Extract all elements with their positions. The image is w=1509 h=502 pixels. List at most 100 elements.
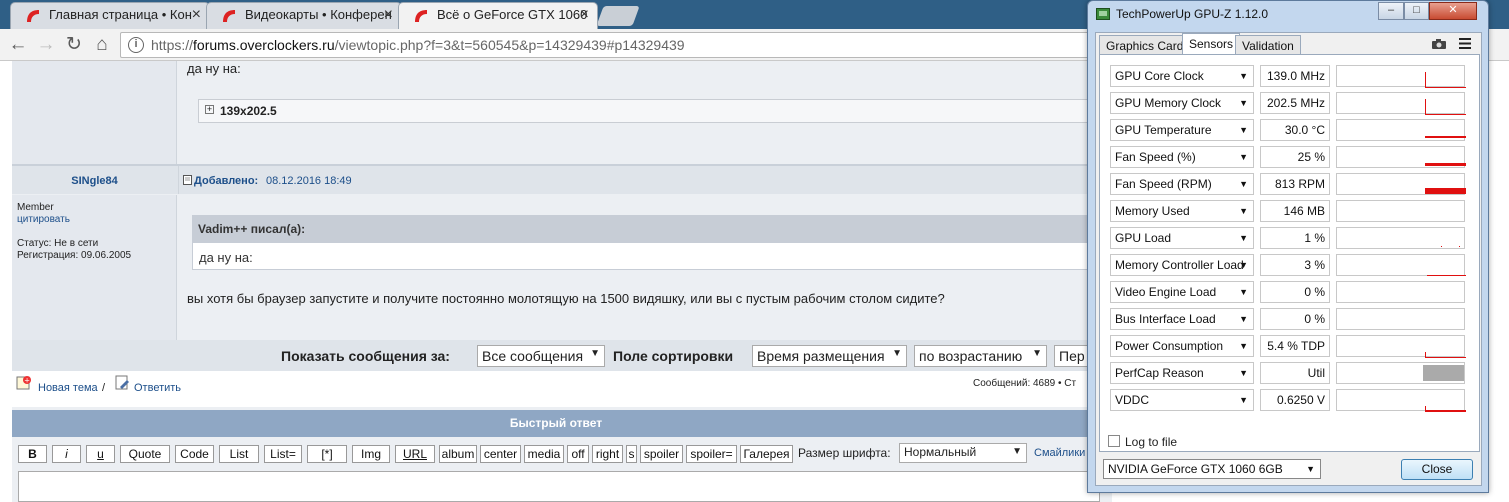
spoiler-eq-button[interactable]: spoiler= <box>686 445 737 463</box>
font-size-label: Размер шрифта: <box>798 446 891 460</box>
italic-button[interactable]: i <box>52 445 81 463</box>
sensor-name-select[interactable]: Power Consumption ▼ <box>1110 335 1254 357</box>
new-tab-button[interactable] <box>596 6 640 26</box>
quote-link[interactable]: цитировать <box>17 214 171 226</box>
url-scheme: https:// <box>151 37 194 53</box>
new-topic-link[interactable]: Новая тема <box>38 382 98 394</box>
back-arrow-icon[interactable]: ← <box>6 33 30 57</box>
sensor-name: Bus Interface Load <box>1115 312 1216 326</box>
dropdown-arrow-icon: ▼ <box>1239 368 1248 378</box>
reply-link[interactable]: Ответить <box>134 382 181 394</box>
sort-field-select[interactable]: Время размещения ▼ <box>752 345 907 367</box>
sensor-row: Video Engine Load ▼ 0 % <box>1110 281 1468 303</box>
address-bar[interactable]: i https://forums.overclockers.ru/viewtop… <box>120 32 1120 58</box>
post-author[interactable]: SINgle84 <box>12 175 177 187</box>
new-topic-icon[interactable]: + <box>16 375 32 391</box>
sensor-value: 146 MB <box>1260 200 1330 222</box>
sort-field-label: Поле сортировки <box>613 348 734 364</box>
forum-content: да ну на: + 139x202.5 SINgle84 Добавлено… <box>12 61 1112 502</box>
page-info-icon[interactable]: i <box>128 37 144 53</box>
camera-icon[interactable] <box>1431 38 1447 50</box>
gallery-button[interactable]: Галерея <box>740 445 793 463</box>
quote-button[interactable]: Quote <box>120 445 170 463</box>
sensor-name: Fan Speed (RPM) <box>1115 177 1212 191</box>
sensor-name-select[interactable]: GPU Temperature ▼ <box>1110 119 1254 141</box>
spoiler-button[interactable]: spoiler <box>640 445 683 463</box>
tab-validation[interactable]: Validation <box>1235 35 1301 55</box>
graph-trace <box>1459 246 1460 247</box>
log-to-file-checkbox[interactable] <box>1108 435 1120 447</box>
tab-title: Главная страница • Кон <box>49 7 192 22</box>
code-button[interactable]: Code <box>175 445 214 463</box>
sensor-name-select[interactable]: GPU Load ▼ <box>1110 227 1254 249</box>
browser-tab-active[interactable]: Всё о GeForce GTX 1060 × <box>398 2 598 29</box>
gpuz-body: Graphics Card Sensors Validation GPU Cor… <box>1095 32 1482 486</box>
sensor-graph <box>1336 200 1465 222</box>
tab-close-icon[interactable]: × <box>580 6 589 24</box>
img-button[interactable]: Img <box>352 445 390 463</box>
tab-close-icon[interactable]: × <box>192 6 201 24</box>
sensor-name-select[interactable]: Memory Used ▼ <box>1110 200 1254 222</box>
browser-tab[interactable]: Главная страница • Кон × <box>10 2 210 29</box>
strike-button[interactable]: s <box>626 445 637 463</box>
spoiler-block[interactable]: + 139x202.5 <box>198 99 1098 123</box>
reply-textarea[interactable] <box>18 471 1100 502</box>
center-button[interactable]: center <box>480 445 521 463</box>
menu-icon[interactable] <box>1458 37 1472 50</box>
sensor-row: Memory Used ▼ 146 MB <box>1110 200 1468 222</box>
tab-title: Видеокарты • Конферен <box>245 7 392 22</box>
sensor-value: 139.0 MHz <box>1260 65 1330 87</box>
right-button[interactable]: right <box>592 445 623 463</box>
sensor-graph <box>1336 173 1466 195</box>
list-button[interactable]: List <box>219 445 259 463</box>
sensor-value: 202.5 MHz <box>1260 92 1330 114</box>
quote-body: да ну на: <box>192 242 1100 270</box>
media-button[interactable]: media <box>524 445 564 463</box>
reload-icon[interactable]: ↻ <box>62 33 86 57</box>
sensor-name-select[interactable]: Fan Speed (RPM) ▼ <box>1110 173 1254 195</box>
sensor-name-select[interactable]: Bus Interface Load ▼ <box>1110 308 1254 330</box>
select-value: Нормальный <box>904 445 977 459</box>
sensor-name-select[interactable]: Fan Speed (%) ▼ <box>1110 146 1254 168</box>
list-numbered-button[interactable]: List= <box>264 445 302 463</box>
sensor-row: Fan Speed (%) ▼ 25 % <box>1110 146 1468 168</box>
graph-trace <box>1425 87 1466 88</box>
post-body-text: вы хотя бы браузер запустите и получите … <box>187 291 945 306</box>
forward-arrow-icon[interactable]: → <box>34 33 58 57</box>
gpu-select-value: NVIDIA GeForce GTX 1060 6GB <box>1108 462 1283 476</box>
browser-tab[interactable]: Видеокарты • Конферен × <box>206 2 402 29</box>
gpu-select[interactable]: NVIDIA GeForce GTX 1060 6GB ▼ <box>1103 459 1321 479</box>
sort-order-select[interactable]: по возрастанию ▼ <box>914 345 1047 367</box>
sensor-graph <box>1336 92 1466 115</box>
window-close-icon[interactable]: ✕ <box>1429 2 1477 20</box>
sensor-value: 30.0 °C <box>1260 119 1330 141</box>
sensor-name-select[interactable]: Memory Controller Load ▼ <box>1110 254 1254 276</box>
sensor-name-select[interactable]: VDDC ▼ <box>1110 389 1254 411</box>
sensor-name-select[interactable]: Video Engine Load ▼ <box>1110 281 1254 303</box>
sensor-name-select[interactable]: GPU Memory Clock ▼ <box>1110 92 1254 114</box>
sensor-name-select[interactable]: PerfCap Reason ▼ <box>1110 362 1254 384</box>
home-icon[interactable]: ⌂ <box>90 33 114 57</box>
sensor-name: Memory Used <box>1115 204 1190 218</box>
sensor-graph <box>1336 281 1465 303</box>
maximize-icon[interactable]: □ <box>1404 2 1429 20</box>
smileys-link[interactable]: Смайлики <box>1034 447 1085 459</box>
close-button[interactable]: Close <box>1401 459 1473 480</box>
sensor-name-select[interactable]: GPU Core Clock ▼ <box>1110 65 1254 87</box>
tab-close-icon[interactable]: × <box>384 6 393 24</box>
show-messages-select[interactable]: Все сообщения ▼ <box>477 345 605 367</box>
album-button[interactable]: album <box>439 445 477 463</box>
bold-button[interactable]: B <box>18 445 47 463</box>
sensor-value: 5.4 % TDP <box>1260 335 1330 357</box>
font-size-select[interactable]: Нормальный ▼ <box>899 443 1027 463</box>
minimize-icon[interactable]: – <box>1378 2 1404 20</box>
underline-button[interactable]: u <box>86 445 115 463</box>
reply-icon[interactable] <box>114 375 130 391</box>
tab-sensors[interactable]: Sensors <box>1182 33 1241 55</box>
tab-graphics-card[interactable]: Graphics Card <box>1099 35 1191 55</box>
list-item-button[interactable]: [*] <box>307 445 347 463</box>
url-button[interactable]: URL <box>395 445 435 463</box>
post-document-icon <box>183 175 192 185</box>
expand-plus-icon[interactable]: + <box>205 105 214 114</box>
off-button[interactable]: off <box>567 445 589 463</box>
